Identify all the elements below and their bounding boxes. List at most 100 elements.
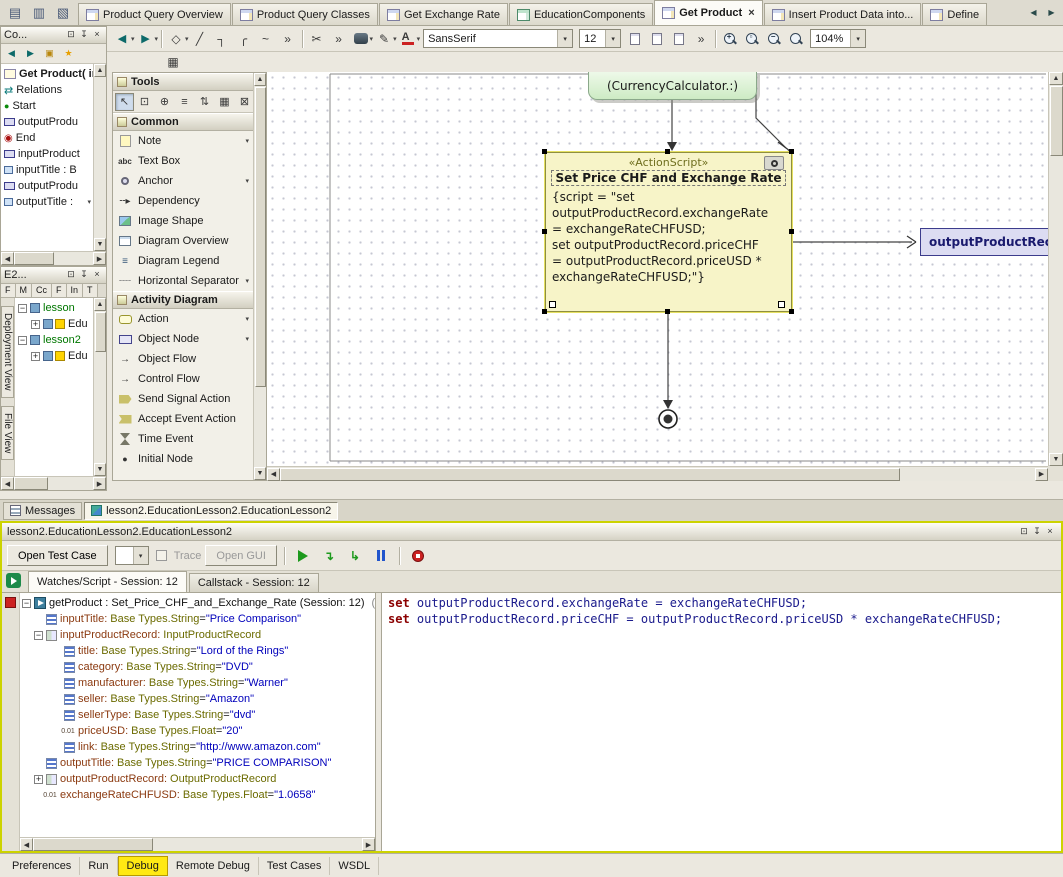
tab-debug[interactable]: Debug — [118, 856, 168, 876]
grid-tool-icon[interactable]: ▦ — [215, 93, 234, 111]
canvas-vertical-scrollbar[interactable]: ▲ ▼ — [1048, 72, 1063, 466]
watch-row-manufacturer[interactable]: manufacturer:Base Types.String = "Warner… — [20, 675, 375, 691]
test-case-select[interactable]: ▾ — [115, 546, 149, 565]
mini-tab[interactable]: Cc — [32, 284, 52, 297]
tab-educationcomponents[interactable]: EducationComponents — [509, 3, 653, 25]
step-over-icon[interactable]: ↳ — [344, 546, 366, 566]
forward-icon[interactable]: ▶ — [135, 29, 157, 49]
scrollbar-thumb[interactable] — [95, 312, 106, 352]
overflow-chevron-icon[interactable]: » — [690, 29, 712, 49]
tab-file-view[interactable]: File View — [1, 406, 14, 460]
tab-messages[interactable]: Messages — [3, 502, 82, 520]
palette-header-common[interactable]: Common — [113, 113, 253, 131]
selection-handle[interactable] — [542, 229, 547, 234]
overflow-chevron-icon[interactable]: » — [277, 29, 299, 49]
font-size-select[interactable]: 12 ▾ — [579, 29, 621, 48]
open-test-case-button[interactable]: Open Test Case — [7, 545, 108, 566]
mini-tab[interactable]: F — [52, 284, 67, 297]
tab-test-cases[interactable]: Test Cases — [259, 857, 330, 875]
selection-handle[interactable] — [542, 149, 547, 154]
watch-row-exchangerate[interactable]: 0.01exchangeRateCHFUSD:Base Types.Float … — [20, 787, 375, 803]
palette-header-tools[interactable]: Tools — [113, 73, 253, 91]
palette-item-anchor[interactable]: Anchor▾ — [113, 171, 253, 191]
tree-item-start[interactable]: ●Start — [1, 98, 93, 114]
tab-watches-script[interactable]: Watches/Script - Session: 12 — [28, 571, 187, 592]
pin-handle[interactable] — [549, 301, 556, 308]
tab-get-product[interactable]: Get Product× — [654, 0, 762, 25]
rectilinear-path-icon[interactable]: ┐ — [211, 29, 233, 49]
watch-row-sellertype[interactable]: sellerType:Base Types.String = "dvd" — [20, 707, 375, 723]
tab-define[interactable]: Define — [922, 3, 987, 25]
scroll-left-icon[interactable]: ◀ — [1, 252, 14, 265]
chevron-down-icon[interactable]: ▾ — [557, 30, 572, 47]
scrollbar-thumb[interactable] — [1050, 86, 1063, 156]
pause-icon[interactable] — [370, 546, 392, 566]
expand-icon[interactable]: + — [31, 320, 40, 329]
tab-product-query-classes[interactable]: Product Query Classes — [232, 3, 378, 25]
close-icon[interactable]: × — [91, 29, 103, 41]
close-icon[interactable]: × — [91, 269, 103, 281]
watch-row-title[interactable]: title:Base Types.String = "Lord of the R… — [20, 643, 375, 659]
scroll-down-icon[interactable]: ▼ — [1049, 453, 1063, 466]
font-color-icon[interactable]: A — [397, 29, 419, 49]
chevron-down-icon[interactable]: ▾ — [245, 335, 249, 343]
scroll-up-icon[interactable]: ▲ — [254, 73, 266, 86]
cut-icon[interactable]: ✂ — [306, 29, 328, 49]
output-product-record-node[interactable]: outputProductRecord — [920, 228, 1048, 256]
palette-item-send-signal-action[interactable]: Send Signal Action — [113, 389, 253, 409]
pin-icon[interactable]: ↧ — [1031, 526, 1043, 538]
palette-item-text-box[interactable]: abcText Box — [113, 151, 253, 171]
scroll-tabs-right-icon[interactable]: ▶ — [1043, 3, 1060, 23]
collapse-icon[interactable]: − — [18, 336, 27, 345]
tree-item-inputtitle[interactable]: inputTitle : B — [1, 162, 93, 178]
chevron-down-icon[interactable]: ▾ — [605, 30, 620, 47]
palette-item-accept-event-action[interactable]: Accept Event Action — [113, 409, 253, 429]
tree-item-edu[interactable]: +Edu — [15, 316, 93, 332]
tree-item-inputproductrecord[interactable]: inputProduct — [1, 146, 93, 162]
align-tool-icon[interactable]: ≡ — [175, 93, 194, 111]
scrollbar-thumb[interactable] — [33, 838, 153, 851]
pencil-icon[interactable]: ✎ — [373, 29, 395, 49]
scroll-down-icon[interactable]: ▼ — [94, 463, 106, 476]
tab-wsdl[interactable]: WSDL — [330, 857, 379, 875]
zoom-region-icon[interactable]: ▫ — [741, 29, 763, 49]
selection-handle[interactable] — [665, 149, 670, 154]
scroll-left-icon[interactable]: ◀ — [1, 477, 14, 490]
scroll-up-icon[interactable]: ▲ — [1049, 72, 1063, 85]
canvas-horizontal-scrollbar[interactable]: ◀ ▶ — [267, 466, 1048, 481]
font-color-dropdown-icon[interactable]: ▾ — [417, 35, 421, 43]
layout-grid-icon[interactable]: ▦ — [162, 52, 184, 72]
e2e-vertical-scrollbar[interactable]: ▲ ▼ — [93, 298, 106, 476]
smart-manipulator-button[interactable] — [764, 156, 784, 170]
float-panel-icon[interactable]: ⊡ — [65, 269, 77, 281]
tree-item-relations[interactable]: ⇄Relations — [1, 82, 93, 98]
mini-tab[interactable]: F — [1, 284, 16, 297]
collapse-icon[interactable]: − — [18, 304, 27, 313]
scroll-down-icon[interactable]: ▼ — [94, 238, 106, 251]
palette-item-diagram-overview[interactable]: Diagram Overview — [113, 231, 253, 251]
selection-handle[interactable] — [789, 309, 794, 314]
scroll-right-icon[interactable]: ▶ — [362, 838, 375, 851]
palette-item-dependency[interactable]: ╌▸Dependency — [113, 191, 253, 211]
open-gui-button[interactable]: Open GUI — [205, 545, 277, 566]
selection-handle[interactable] — [665, 309, 670, 314]
expand-icon[interactable]: + — [31, 352, 40, 361]
tab-get-exchange-rate[interactable]: Get Exchange Rate — [379, 3, 508, 25]
tab-deployment-view[interactable]: Deployment View — [1, 306, 14, 398]
watch-row-link[interactable]: link:Base Types.String = "http://www.ama… — [20, 739, 375, 755]
tree-item-outputtitle[interactable]: outputTitle :▾ — [1, 194, 93, 210]
containment-vertical-scrollbar[interactable]: ▲ ▼ — [93, 64, 106, 251]
forward-icon[interactable]: ▶ — [22, 45, 39, 62]
zoom-fit-icon[interactable] — [785, 29, 807, 49]
tree-item-outputproductrecord2[interactable]: outputProdu — [1, 178, 93, 194]
chevron-down-icon[interactable]: ▾ — [850, 30, 865, 47]
collapse-icon[interactable]: − — [34, 631, 43, 640]
shape-tool-icon[interactable]: ◇ — [165, 29, 187, 49]
close-icon[interactable]: × — [1044, 526, 1056, 538]
watch-row-inputtitle[interactable]: inputTitle:Base Types.String = "Price Co… — [20, 611, 375, 627]
chevron-down-icon[interactable]: ▾ — [245, 137, 249, 145]
chevron-down-icon[interactable]: ▾ — [133, 547, 148, 564]
chevron-down-icon[interactable]: ▾ — [245, 315, 249, 323]
back-icon[interactable]: ◀ — [111, 29, 133, 49]
scroll-left-icon[interactable]: ◀ — [20, 838, 33, 851]
